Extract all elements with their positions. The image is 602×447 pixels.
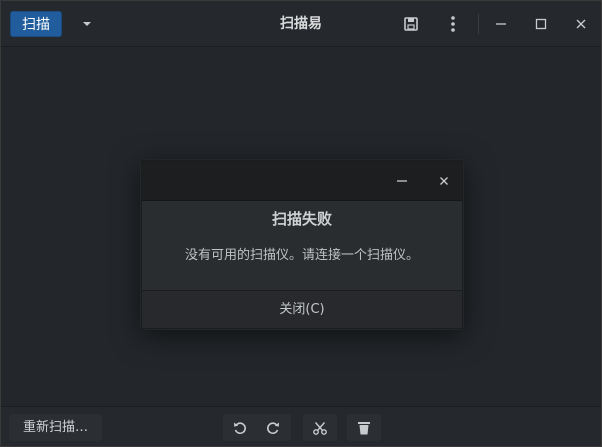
close-icon xyxy=(440,177,448,185)
chevron-down-icon xyxy=(83,22,91,26)
app-window: 扫描 扫描易 扫描失败 没有可用的扫描仪。请连接一个扫描仪。 关闭(C) 重新扫… xyxy=(0,0,602,447)
dialog-close-button[interactable] xyxy=(432,169,456,193)
rotate-button-group xyxy=(223,414,291,441)
bottom-toolbar: 重新扫描… xyxy=(1,406,601,446)
rotate-right-icon xyxy=(266,421,279,434)
delete-button-icon-wrap xyxy=(347,414,380,441)
dialog-close-action-button[interactable]: 关闭(C) xyxy=(142,291,462,328)
crop-icon xyxy=(312,421,327,435)
dialog-action-bar: 关闭(C) xyxy=(142,290,462,328)
dialog-titlebar xyxy=(142,161,462,201)
scan-button[interactable]: 扫描 xyxy=(10,11,62,37)
more-vertical-icon xyxy=(451,16,455,32)
dialog-message: 没有可用的扫描仪。请连接一个扫描仪。 xyxy=(184,248,419,263)
close-icon xyxy=(576,19,586,29)
window-title: 扫描易 xyxy=(280,16,322,32)
minimize-button[interactable] xyxy=(488,11,514,37)
save-icon xyxy=(404,17,418,31)
delete-button[interactable] xyxy=(347,414,381,441)
scan-options-button[interactable] xyxy=(73,11,101,37)
save-button[interactable] xyxy=(398,11,424,37)
maximize-icon xyxy=(535,18,547,30)
rotate-left-icon xyxy=(233,421,246,434)
dialog-heading: 扫描失败 xyxy=(271,210,332,228)
main-menu-button[interactable] xyxy=(440,11,466,37)
minimize-icon xyxy=(496,23,506,25)
window-close-button[interactable] xyxy=(568,11,594,37)
rescan-button[interactable]: 重新扫描… xyxy=(9,414,102,441)
minimize-icon xyxy=(397,180,407,182)
rotate-left-button[interactable] xyxy=(223,414,256,441)
maximize-button[interactable] xyxy=(528,11,554,37)
header-separator xyxy=(478,14,479,34)
rotate-right-button[interactable] xyxy=(256,414,289,441)
scan-failed-dialog: 扫描失败 没有可用的扫描仪。请连接一个扫描仪。 关闭(C) xyxy=(141,160,463,329)
delete-icon xyxy=(357,421,370,434)
dialog-minimize-button[interactable] xyxy=(390,169,414,193)
crop-button[interactable] xyxy=(303,414,337,441)
crop-button-icon-wrap xyxy=(303,414,336,441)
header-bar: 扫描 扫描易 xyxy=(1,1,601,47)
